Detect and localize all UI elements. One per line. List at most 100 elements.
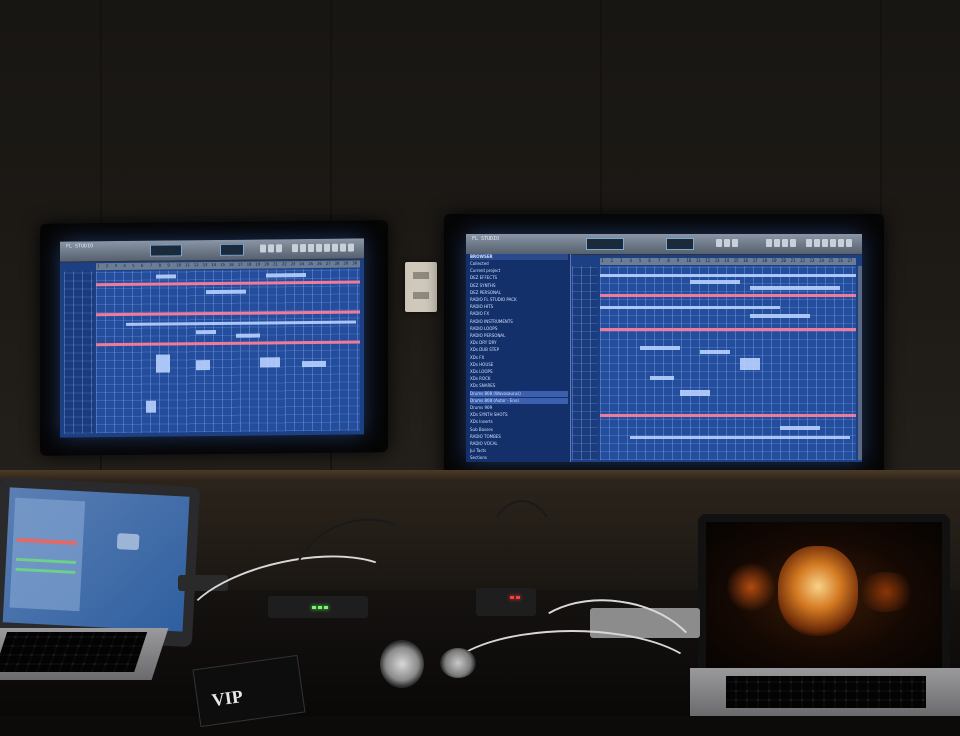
playlist-grid[interactable] xyxy=(600,266,856,460)
tool-button[interactable] xyxy=(316,243,322,252)
play-button[interactable] xyxy=(260,244,266,253)
pattern-clip[interactable] xyxy=(780,426,820,430)
play-button[interactable] xyxy=(716,239,722,247)
tool-button[interactable] xyxy=(774,239,780,247)
browser-item[interactable]: Current project xyxy=(470,268,568,274)
browser-item[interactable]: RADIO HITS xyxy=(470,304,568,310)
browser-item[interactable]: RADIO FL STUDIO PACK xyxy=(470,297,568,303)
browser-item[interactable]: Sections xyxy=(470,455,568,461)
record-button[interactable] xyxy=(276,244,282,253)
pattern-clip[interactable] xyxy=(266,273,306,278)
tool-button[interactable] xyxy=(308,243,314,253)
browser-item[interactable]: RADIO FX xyxy=(470,311,568,317)
browser-item[interactable]: DEZ EFFECTS xyxy=(470,275,568,281)
browser-item[interactable]: Collected xyxy=(470,261,568,267)
window-icon[interactable] xyxy=(116,533,140,551)
browser-item[interactable]: XDs FX xyxy=(470,355,568,361)
tool-button[interactable] xyxy=(340,243,346,252)
tool-button[interactable] xyxy=(806,239,812,247)
pattern-clip[interactable] xyxy=(680,390,710,396)
wall-outlet xyxy=(405,262,437,312)
browser-item[interactable]: RADIO TOMBES xyxy=(470,434,568,440)
tool-button[interactable] xyxy=(822,239,828,247)
fl-toolbar[interactable]: FL STUDIO xyxy=(466,234,862,255)
tool-button[interactable] xyxy=(348,243,354,252)
pattern-clip[interactable] xyxy=(750,286,840,290)
pattern-clip[interactable] xyxy=(600,274,856,277)
pattern-clip[interactable] xyxy=(260,357,280,368)
ruler-tick: 24 xyxy=(299,261,305,267)
file-browser[interactable]: BROWSER Collected Current project DEZ EFFE… xyxy=(466,254,571,462)
browser-item[interactable]: DEZ SYNTHS xyxy=(470,283,568,289)
tool-button[interactable] xyxy=(790,239,796,247)
browser-item[interactable]: XDs Inserts xyxy=(470,419,568,425)
vertical-scrollbar[interactable] xyxy=(858,266,862,460)
browser-item[interactable]: XDs LOOPS xyxy=(470,369,568,375)
track-names-column[interactable] xyxy=(572,266,598,460)
browser-item[interactable]: XDs DRY DRY xyxy=(470,340,568,346)
keyboard-keys[interactable] xyxy=(726,676,926,708)
fl-toolbar[interactable]: FL STUDIO xyxy=(60,238,364,263)
pattern-clip[interactable] xyxy=(126,320,356,326)
ruler-tick: 16 xyxy=(743,258,749,263)
pattern-clip[interactable] xyxy=(600,306,780,309)
pattern-clip[interactable] xyxy=(196,329,216,335)
ruler-tick: 29 xyxy=(343,260,349,266)
headphones[interactable] xyxy=(380,640,424,688)
tool-button[interactable] xyxy=(846,239,852,247)
browser-item[interactable]: Jui Tacts xyxy=(470,448,568,454)
browser-item[interactable]: RADIO INSTRUMENTS xyxy=(470,319,568,325)
browser-item[interactable]: RADIO VOCAL xyxy=(470,441,568,447)
pattern-clip[interactable] xyxy=(690,280,740,284)
pattern-clip[interactable] xyxy=(196,360,210,371)
browser-item[interactable]: RADIO LOOPS xyxy=(470,326,568,332)
pattern-clip[interactable] xyxy=(630,436,850,439)
ruler-tick: 12 xyxy=(705,258,711,263)
keyboard-keys[interactable] xyxy=(0,632,148,672)
pattern-clip[interactable] xyxy=(740,358,760,370)
stop-button[interactable] xyxy=(724,239,730,247)
track-names-column[interactable] xyxy=(64,271,94,434)
stop-button[interactable] xyxy=(268,244,274,253)
browser-item[interactable]: DEZ PERSONAL xyxy=(470,290,568,296)
browser-item[interactable]: XDs SNARES xyxy=(470,383,568,389)
tool-button[interactable] xyxy=(814,239,820,247)
pattern-clip[interactable] xyxy=(700,350,730,354)
browser-item[interactable]: Drums 909 xyxy=(470,405,568,411)
pattern-clip[interactable] xyxy=(156,354,170,373)
playlist-ruler[interactable]: 1 2 3 4 5 6 7 8 9 10 11 12 13 14 15 16 17 18 19 20 21 22 23 24 2… xyxy=(600,258,856,265)
pattern-clip[interactable] xyxy=(146,400,156,413)
left-laptop-screen[interactable] xyxy=(2,487,190,632)
tool-button[interactable] xyxy=(332,243,338,252)
record-button[interactable] xyxy=(732,239,738,247)
pattern-clip[interactable] xyxy=(640,346,680,350)
pattern-clip[interactable] xyxy=(302,360,326,368)
pattern-clip[interactable] xyxy=(236,333,260,338)
tool-button[interactable] xyxy=(300,244,306,253)
tool-button[interactable] xyxy=(324,243,330,252)
tool-button[interactable] xyxy=(292,244,298,253)
pattern-clip[interactable] xyxy=(156,274,176,279)
ruler-tick: 1 xyxy=(97,263,100,269)
pattern-clip[interactable] xyxy=(650,376,674,380)
tool-button[interactable] xyxy=(838,239,844,247)
browser-item[interactable]: Sub Basses xyxy=(470,427,568,433)
browser-item[interactable]: XDs HOUSE xyxy=(470,362,568,368)
tool-button[interactable] xyxy=(782,239,788,247)
left-monitor-screen[interactable]: FL STUDIO 1 2 3 4 5 6 7 8 9 10 11 12 13 14 15 16 17 18 19 2… xyxy=(60,238,364,438)
daw-track-list[interactable] xyxy=(9,497,86,612)
right-laptop-screen[interactable] xyxy=(706,522,942,672)
browser-item[interactable]: Drums 808 (Wavosaurus) xyxy=(470,390,568,397)
tool-button[interactable] xyxy=(830,239,836,247)
ruler-tick: 3 xyxy=(619,258,623,263)
pattern-clip[interactable] xyxy=(206,289,246,295)
browser-item[interactable]: XDs SYNTH SHOTS xyxy=(470,412,568,418)
browser-item[interactable]: XDs DUB STEP xyxy=(470,347,568,353)
right-monitor-screen[interactable]: FL STUDIO BROWSER Collected Current proje… xyxy=(466,234,862,462)
pattern-clip[interactable] xyxy=(750,314,810,318)
browser-item[interactable]: Drums 808 (Autor - Eno) xyxy=(470,397,568,404)
browser-item[interactable]: RADIO PERSONAL xyxy=(470,333,568,339)
tool-button[interactable] xyxy=(766,239,772,247)
browser-item[interactable]: XDs ROCK xyxy=(470,376,568,382)
playlist-grid[interactable] xyxy=(96,268,360,434)
